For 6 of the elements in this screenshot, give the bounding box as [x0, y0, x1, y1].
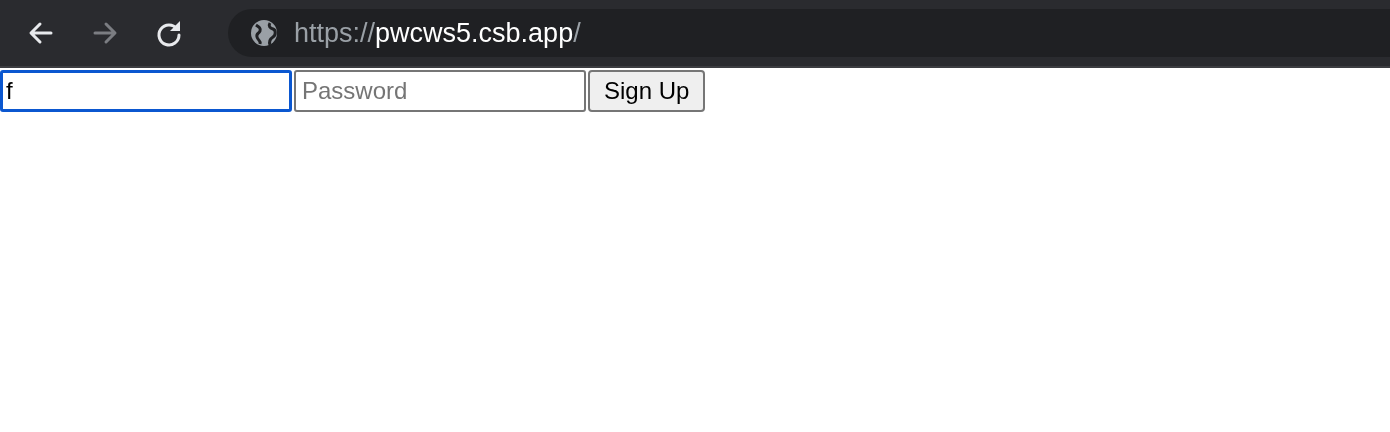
- text-field[interactable]: f: [0, 70, 292, 112]
- password-field[interactable]: Password: [294, 70, 586, 112]
- address-bar[interactable]: https://pwcws5.csb.app/: [228, 9, 1390, 57]
- globe-icon: [250, 19, 278, 47]
- sign-up-button[interactable]: Sign Up: [588, 70, 706, 112]
- url-text: https://pwcws5.csb.app/: [294, 17, 581, 49]
